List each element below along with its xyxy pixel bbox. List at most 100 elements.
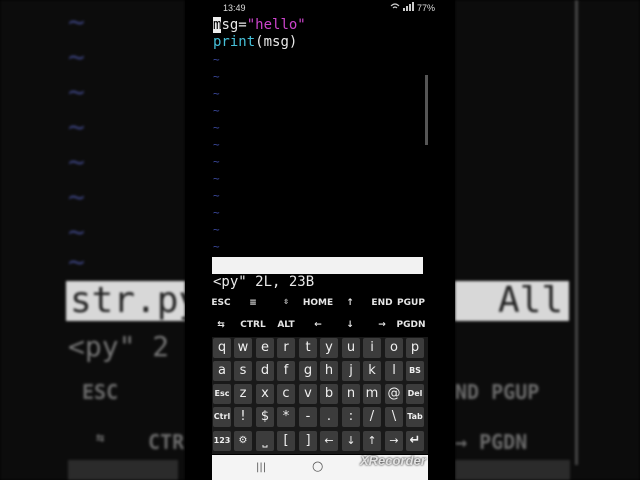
bg-keyboard-strip [455,460,570,480]
vim-editor[interactable]: msg="hello" print(msg) ~ ~ ~ ~ ~ ~ ~ ~ ~… [213,17,428,255]
key-left[interactable]: ← [301,320,335,330]
key-backslash[interactable]: \ [385,407,403,427]
variable-name-rest: sg [221,17,239,33]
key-minus[interactable]: - [299,407,317,427]
key-asterisk[interactable]: * [277,407,295,427]
key-r[interactable]: r [277,338,295,358]
background-left: ~ ~ ~ ~ ~ ~ ~ ~ str.py <py" 2 ESC ⇆ CTR [0,0,185,480]
key-k[interactable]: k [363,361,381,381]
scrollbar[interactable] [425,75,428,145]
key-g[interactable]: g [299,361,317,381]
assign-op: = [238,17,247,33]
key-x[interactable]: x [256,384,274,404]
key-down[interactable]: ↓ [333,320,367,330]
bg-tilde: ~ [68,40,85,73]
key-alt[interactable]: ALT [269,320,303,330]
bg-tilde: ~ [68,75,85,108]
key-arrow-right[interactable]: → [385,431,403,451]
key-d[interactable]: d [256,361,274,381]
key-s[interactable]: s [234,361,252,381]
key-arrow-up[interactable]: ↑ [363,431,381,451]
key-escape[interactable]: Esc [213,384,231,404]
key-up[interactable]: ↑ [333,298,367,308]
bg-key-esc: ESC [82,380,119,404]
key-w[interactable]: w [234,338,252,358]
key-period[interactable]: . [320,407,338,427]
key-n[interactable]: n [342,384,360,404]
key-control[interactable]: Ctrl [213,407,231,427]
wifi-icon [390,2,414,11]
settings-icon[interactable]: ⚙ [234,431,252,451]
key-tab-soft[interactable]: Tab [406,407,424,427]
bg-key-ctrl: CTR [148,430,185,454]
key-a[interactable]: a [213,361,231,381]
key-o[interactable]: o [385,338,403,358]
key-arrow-left[interactable]: ← [320,431,338,451]
bg-divider [575,0,578,465]
key-ctrl[interactable]: CTRL [236,320,270,330]
bg-tilde: ~ [68,180,85,213]
key-h[interactable]: h [320,361,338,381]
key-f[interactable]: f [277,361,295,381]
bg-tilde: ~ [68,145,85,178]
bg-key-pgdn: → PGDN [455,430,528,454]
key-menu[interactable]: ≡ [236,298,270,308]
key-enter[interactable]: ↵ [406,431,424,451]
bg-status-scroll: All [455,281,569,321]
vim-status-line: str.py 1,1 All [212,257,423,324]
key-slash[interactable]: / [363,407,381,427]
print-arg: msg [263,34,289,50]
bg-keyboard-strip [68,460,178,480]
key-exclamation[interactable]: ! [234,407,252,427]
paren-open: ( [255,34,264,50]
key-delete[interactable]: Del [406,384,424,404]
key-tab[interactable]: ⇆ [204,320,238,330]
key-space[interactable]: ⎵ [256,431,274,451]
clock: 13:49 [223,3,246,13]
key-pgdn[interactable]: PGDN [394,320,428,330]
key-z[interactable]: z [234,384,252,404]
bg-status-file: str.py [66,281,185,321]
recorder-watermark: XRecorder [360,453,426,468]
key-home[interactable]: HOME [301,298,335,308]
empty-line-tilde: ~ [213,189,220,202]
key-t[interactable]: t [299,338,317,358]
key-arrow-down[interactable]: ↓ [342,431,360,451]
empty-line-tilde: ~ [213,223,220,236]
key-i[interactable]: i [363,338,381,358]
key-at[interactable]: @ [385,384,403,404]
recents-icon[interactable]: ||| [256,462,266,473]
empty-line-tilde: ~ [213,104,220,117]
key-c[interactable]: c [277,384,295,404]
extra-keys-bar: ESC ≡ ⇳ HOME ↑ END PGUP ⇆ CTRL ALT ← ↓ →… [211,293,428,337]
key-l[interactable]: l [385,361,403,381]
empty-line-tilde: ~ [213,155,220,168]
key-backspace[interactable]: BS [406,361,424,381]
key-numbers[interactable]: 123 [213,431,231,451]
bg-tilde: ~ [68,245,85,278]
key-p[interactable]: p [406,338,424,358]
signal-icons [389,2,419,14]
key-esc[interactable]: ESC [204,298,238,308]
paren-close: ) [288,34,298,50]
phone-screen: 13:49 77% msg="hello" print(msg) ~ ~ ~ ~… [185,0,455,480]
key-pgup[interactable]: PGUP [394,298,428,308]
key-dollar[interactable]: $ [256,407,274,427]
battery-percent: 77% [416,3,435,13]
key-bracket-open[interactable]: [ [277,431,295,451]
key-colon[interactable]: : [342,407,360,427]
key-b[interactable]: b [320,384,338,404]
key-y[interactable]: y [320,338,338,358]
key-j[interactable]: j [342,361,360,381]
string-literal: "hello" [246,17,306,33]
key-m[interactable]: m [363,384,381,404]
key-e[interactable]: e [256,338,274,358]
key-q[interactable]: q [213,338,231,358]
key-drawer[interactable]: ⇳ [269,298,303,306]
empty-line-tilde: ~ [213,121,220,134]
key-u[interactable]: u [342,338,360,358]
key-v[interactable]: v [299,384,317,404]
key-bracket-close[interactable]: ] [299,431,317,451]
home-icon[interactable]: ○ [312,459,323,474]
code-line-2: print(msg) [213,34,428,51]
